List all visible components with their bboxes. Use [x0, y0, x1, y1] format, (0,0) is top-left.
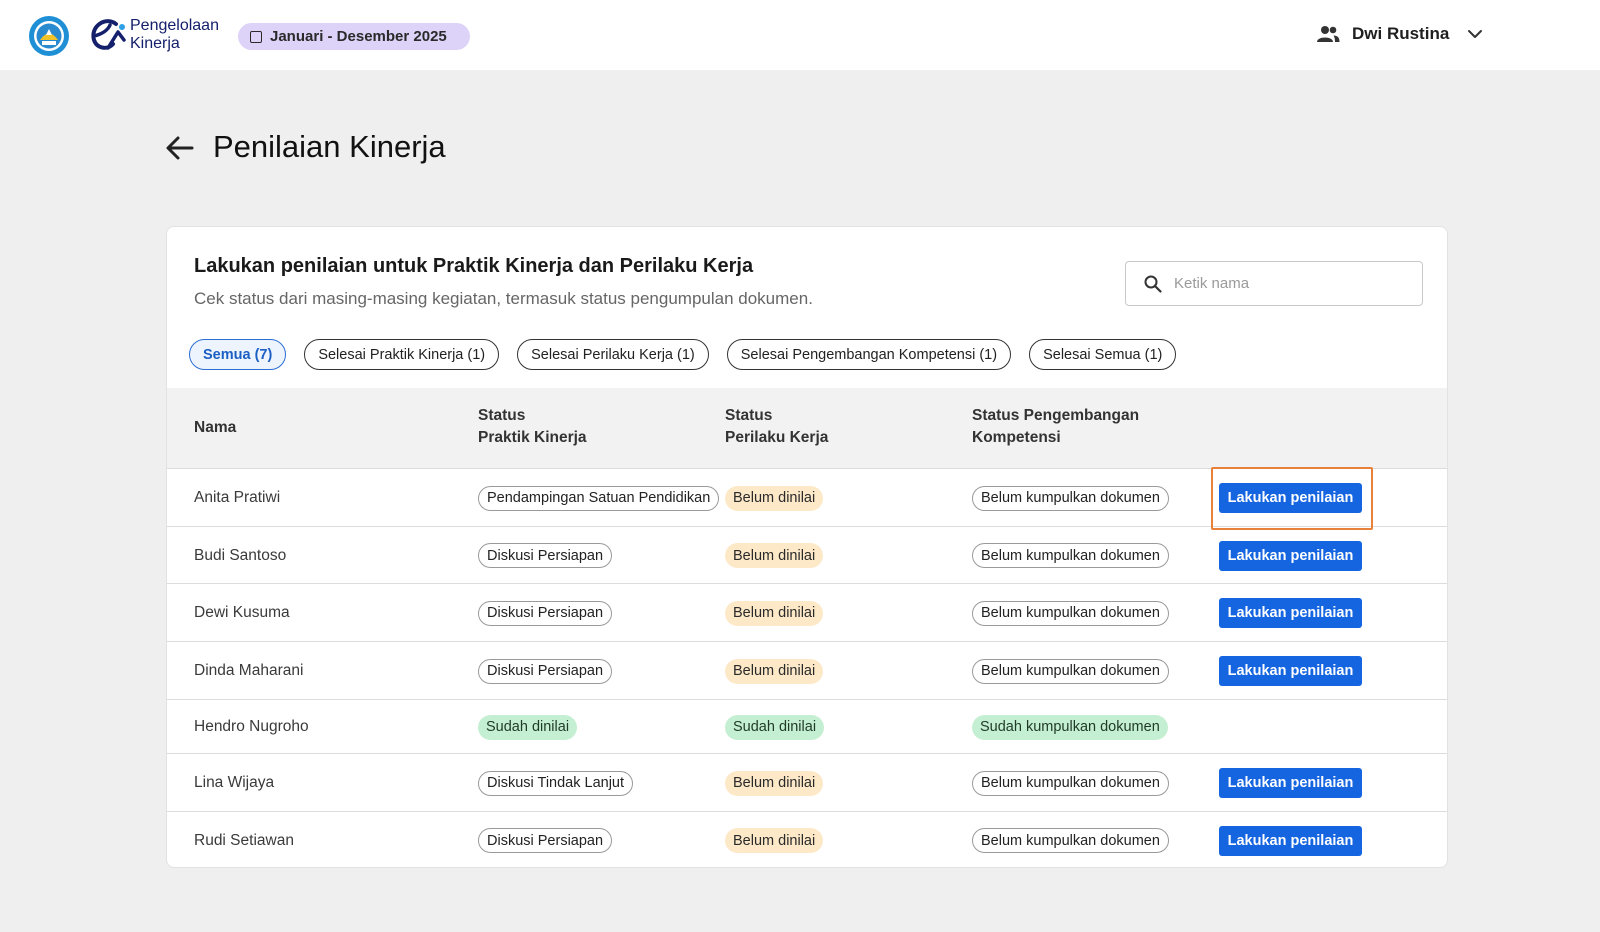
filter-perilaku-kerja[interactable]: Selesai Perilaku Kerja (1) — [517, 339, 709, 370]
status-praktik-badge: Sudah dinilai — [478, 714, 578, 740]
status-kompetensi-badge: Belum kumpulkan dokumen — [972, 600, 1169, 626]
status-kompetensi-badge: Sudah kumpulkan dokumen — [972, 714, 1168, 740]
lakukan-penilaian-button[interactable]: Lakukan penilaian — [1219, 598, 1362, 628]
period-label: Januari - Desember 2025 — [270, 28, 447, 45]
user-group-icon — [1317, 26, 1340, 42]
header-perilaku-kerja: Status Perilaku Kerja — [725, 405, 828, 449]
card-title: Lakukan penilaian untuk Praktik Kinerja … — [194, 255, 754, 277]
arrow-left-icon[interactable] — [164, 132, 196, 164]
header-pengembangan-kompetensi: Status Pengembangan Kompetensi — [972, 405, 1139, 449]
pengelolaan-kinerja-logo-icon[interactable] — [86, 18, 126, 54]
table-row: Dewi Kusuma Diskusi Persiapan Belum dinila… — [167, 584, 1447, 642]
header-perilaku-line2: Perilaku Kerja — [725, 429, 829, 446]
row-name: Budi Santoso — [194, 546, 287, 564]
app-name: Pengelolaan Kinerja — [130, 17, 219, 53]
status-perilaku-badge: Sudah dinilai — [725, 714, 825, 740]
chevron-down-icon — [1468, 30, 1483, 38]
status-kompetensi-badge: Belum kumpulkan dokumen — [972, 658, 1169, 684]
search-box[interactable] — [1125, 261, 1423, 306]
filter-all[interactable]: Semua (7) — [189, 339, 287, 370]
status-praktik-badge: Diskusi Persiapan — [478, 600, 613, 626]
lakukan-penilaian-button[interactable]: Lakukan penilaian — [1219, 483, 1362, 513]
calendar-square-icon — [250, 30, 262, 43]
card-subtitle: Cek status dari masing-masing kegiatan, … — [194, 289, 813, 308]
header-praktik-kinerja: Status Praktik Kinerja — [478, 405, 587, 449]
status-kompetensi-badge: Belum kumpulkan dokumen — [972, 828, 1169, 853]
row-name: Rudi Setiawan — [194, 831, 294, 849]
row-name: Hendro Nugroho — [194, 718, 309, 735]
top-bar: Pengelolaan Kinerja Januari - Desember 2… — [0, 0, 1600, 70]
app-name-line2: Kinerja — [130, 35, 180, 52]
status-praktik-badge: Pendampingan Satuan Pendidikan — [478, 485, 720, 511]
status-praktik-badge: Diskusi Persiapan — [478, 828, 613, 853]
table-row: Budi Santoso Diskusi Persiapan Belum dinil… — [167, 527, 1447, 584]
header-kompetensi-line2: Kompetensi — [972, 429, 1061, 446]
status-praktik-badge: Diskusi Persiapan — [478, 658, 613, 684]
assessment-card: Lakukan penilaian untuk Praktik Kinerja … — [166, 226, 1448, 868]
status-praktik-badge: Diskusi Tindak Lanjut — [478, 770, 634, 796]
app-name-line1: Pengelolaan — [130, 17, 219, 34]
row-name: Lina Wijaya — [194, 774, 275, 791]
table-row: Lina Wijaya Diskusi Tindak Lanjut Belum di… — [167, 754, 1447, 812]
status-kompetensi-badge: Belum kumpulkan dokumen — [972, 770, 1169, 796]
period-selector[interactable]: Januari - Desember 2025 — [238, 23, 470, 50]
table-header: Nama Status Praktik Kinerja Status Peril… — [167, 388, 1447, 469]
table-row: Hendro Nugroho Sudah dinilai Sudah dinilai… — [167, 700, 1447, 754]
status-kompetensi-badge: Belum kumpulkan dokumen — [972, 485, 1169, 511]
status-perilaku-badge: Belum dinilai — [725, 485, 824, 511]
row-name: Anita Pratiwi — [194, 489, 281, 506]
search-input[interactable] — [1174, 275, 1404, 292]
status-perilaku-badge: Belum dinilai — [725, 543, 824, 568]
user-name: Dwi Rustina — [1352, 24, 1450, 43]
lakukan-penilaian-button[interactable]: Lakukan penilaian — [1219, 825, 1362, 856]
header-perilaku-line1: Status — [725, 407, 773, 424]
status-perilaku-badge: Belum dinilai — [725, 828, 824, 853]
row-name: Dewi Kusuma — [194, 604, 290, 621]
status-kompetensi-badge: Belum kumpulkan dokumen — [972, 543, 1169, 568]
filter-pengembangan-kompetensi[interactable]: Selesai Pengembangan Kompetensi (1) — [726, 339, 1012, 370]
tut-wuri-handayani-emblem-icon[interactable] — [28, 15, 70, 57]
filter-selesai-semua[interactable]: Selesai Semua (1) — [1029, 339, 1177, 370]
search-icon — [1144, 275, 1162, 293]
header-praktik-line2: Praktik Kinerja — [478, 429, 587, 446]
user-menu[interactable]: Dwi Rustina — [1316, 20, 1483, 48]
header-nama: Nama — [194, 419, 237, 436]
lakukan-penilaian-button[interactable]: Lakukan penilaian — [1219, 768, 1362, 798]
lakukan-penilaian-button[interactable]: Lakukan penilaian — [1219, 540, 1362, 571]
status-praktik-badge: Diskusi Persiapan — [478, 543, 613, 568]
status-perilaku-badge: Belum dinilai — [725, 770, 824, 796]
filter-chips: Semua (7) Selesai Praktik Kinerja (1) Se… — [189, 339, 1194, 370]
header-kompetensi-line1: Status Pengembangan — [972, 407, 1140, 424]
lakukan-penilaian-button[interactable]: Lakukan penilaian — [1219, 656, 1362, 686]
table-row: Dinda Maharani Diskusi Persiapan Belum din… — [167, 642, 1447, 700]
status-perilaku-badge: Belum dinilai — [725, 658, 824, 684]
page-title: Penilaian Kinerja — [213, 129, 446, 164]
header-praktik-line1: Status — [478, 407, 526, 424]
table-row: Rudi Setiawan Diskusi Persiapan Belum dini… — [167, 812, 1447, 867]
row-name: Dinda Maharani — [194, 662, 304, 679]
table-row: Anita Pratiwi Pendampingan Satuan Pendidi… — [167, 469, 1447, 527]
filter-praktik-kinerja[interactable]: Selesai Praktik Kinerja (1) — [304, 339, 500, 370]
status-perilaku-badge: Belum dinilai — [725, 600, 824, 626]
